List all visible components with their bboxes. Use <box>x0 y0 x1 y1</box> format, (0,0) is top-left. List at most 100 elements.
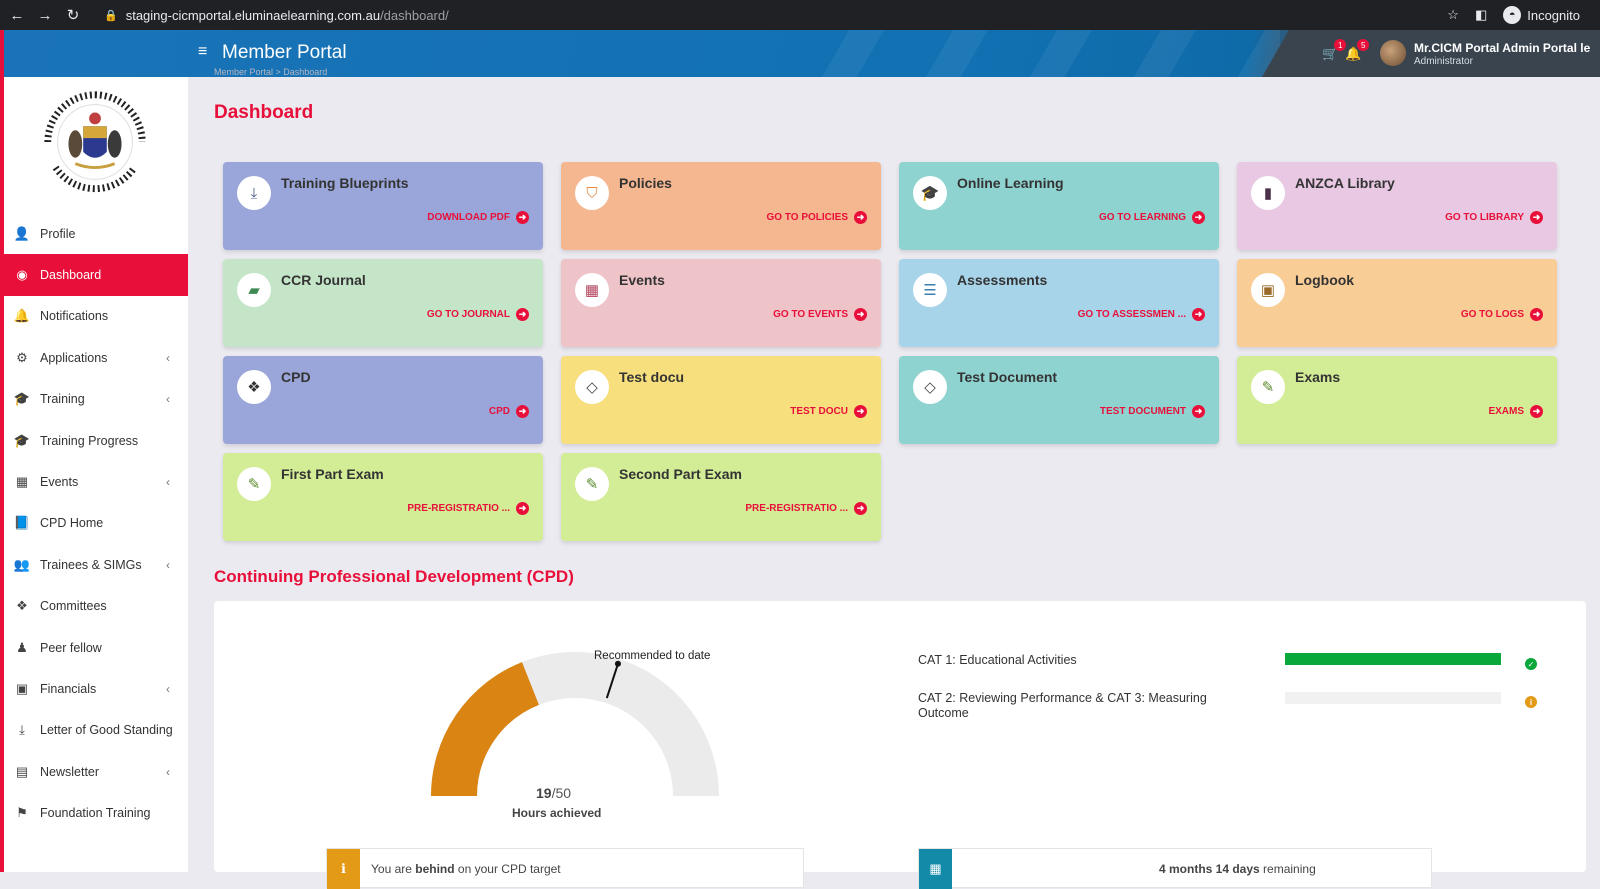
sidebar-item-training[interactable]: 🎓 Training ‹ <box>4 379 188 420</box>
sidebar-item-cpd-home[interactable]: 📘 CPD Home <box>4 503 188 544</box>
sidebar-item-financials[interactable]: ▣ Financials ‹ <box>4 668 188 709</box>
sidebar-item-peer-fellow[interactable]: ♟ Peer fellow <box>4 627 188 668</box>
card-link[interactable]: PRE-REGISTRATIO ... ➜ <box>745 502 867 515</box>
portal-title: Member Portal <box>222 42 347 63</box>
sidebar: 👤 Profile ◉ Dashboard 🔔 Notifications ⚙ Appl… <box>4 77 188 872</box>
sidebar-item-dashboard[interactable]: ◉ Dashboard <box>4 254 188 296</box>
arrow-circle-right-icon: ➜ <box>854 308 867 321</box>
back-arrow-icon[interactable]: ← <box>6 7 28 24</box>
edit-icon: ✎ <box>1251 370 1285 404</box>
incognito-indicator[interactable]: ◓ Incognito <box>1503 6 1580 24</box>
card-link[interactable]: CPD ➜ <box>489 405 529 418</box>
check-circle-icon: ✓ <box>1525 658 1537 670</box>
sidebar-item-label: Newsletter <box>40 764 100 779</box>
incognito-label: Incognito <box>1527 7 1580 23</box>
diamond-icon: ◇ <box>575 370 609 404</box>
card-title: CPD <box>281 369 311 385</box>
card-link[interactable]: TEST DOCUMENT ➜ <box>1100 405 1205 418</box>
side-panel-icon[interactable]: ◧ <box>1475 7 1487 23</box>
quick-link-card[interactable]: ⛉ Policies GO TO POLICIES ➜ <box>561 162 881 250</box>
sidebar-item-trainees[interactable]: 👥 Trainees & SIMGs ‹ <box>4 544 188 585</box>
quick-link-card[interactable]: ☰ Assessments GO TO ASSESSMEN ... ➜ <box>899 259 1219 347</box>
users-icon: 👥 <box>13 556 31 572</box>
card-title: Policies <box>619 175 672 191</box>
card-link[interactable]: GO TO LIBRARY ➜ <box>1445 211 1543 224</box>
card-title: Assessments <box>957 272 1048 288</box>
card-link[interactable]: PRE-REGISTRATIO ... ➜ <box>407 502 529 515</box>
journal-icon: ▰ <box>237 273 271 307</box>
sidebar-item-committees[interactable]: ❖ Committees <box>4 586 188 627</box>
edit-icon: ✎ <box>575 467 609 501</box>
card-link[interactable]: EXAMS ➜ <box>1488 405 1543 418</box>
avatar[interactable] <box>1380 40 1406 66</box>
quick-link-card[interactable]: 🎓 Online Learning GO TO LEARNING ➜ <box>899 162 1219 250</box>
user-name[interactable]: Mr.CICM Portal Admin Portal le <box>1414 41 1590 55</box>
arrow-circle-right-icon: ➜ <box>1530 211 1543 224</box>
reload-icon[interactable]: ↻ <box>62 6 84 24</box>
cubes-icon: ❖ <box>16 598 28 614</box>
graduation-cap-icon: 🎓 <box>913 176 947 210</box>
browser-toolbar: ← → ↻ 🔒 staging-cicmportal.eluminaelearn… <box>0 0 1600 30</box>
card-link[interactable]: GO TO ASSESSMEN ... ➜ <box>1078 308 1205 321</box>
cart-icon[interactable]: 🛒 1 <box>1322 39 1347 62</box>
newspaper-icon: ▤ <box>15 763 29 779</box>
bookmark-star-icon[interactable]: ☆ <box>1447 7 1459 23</box>
sidebar-item-training-progress[interactable]: 🎓 Training Progress <box>4 420 188 461</box>
graduation-cap-icon: 🎓 <box>13 391 31 407</box>
arrow-circle-right-icon: ➜ <box>1192 405 1205 418</box>
quick-link-card[interactable]: ▦ Events GO TO EVENTS ➜ <box>561 259 881 347</box>
hours-achieved-value: 19 <box>536 785 552 801</box>
download-icon: ⤓ <box>19 722 25 738</box>
notification-bell-icon[interactable]: 🔔 5 <box>1345 39 1370 62</box>
card-title: Second Part Exam <box>619 466 742 482</box>
quick-link-card[interactable]: ◇ Test Document TEST DOCUMENT ➜ <box>899 356 1219 444</box>
sidebar-item-letter-good-standing[interactable]: ⤓ Letter of Good Standing <box>4 710 188 751</box>
file-icon: ▮ <box>1251 176 1285 210</box>
quick-link-card[interactable]: ⤓ Training Blueprints DOWNLOAD PDF ➜ <box>223 162 543 250</box>
card-title: First Part Exam <box>281 466 384 482</box>
card-link[interactable]: TEST DOCU ➜ <box>790 405 867 418</box>
address-bar[interactable]: 🔒 staging-cicmportal.eluminaelearning.co… <box>104 8 449 23</box>
calendar-check-icon: ▦ <box>575 273 609 307</box>
shield-icon: ⛉ <box>575 176 609 210</box>
calendar-icon: ▦ <box>919 849 952 889</box>
sidebar-item-profile[interactable]: 👤 Profile <box>4 213 188 254</box>
quick-link-card[interactable]: ✎ First Part Exam PRE-REGISTRATIO ... ➜ <box>223 453 543 541</box>
flag-icon: ⚑ <box>16 805 28 821</box>
card-link[interactable]: GO TO LEARNING ➜ <box>1099 211 1205 224</box>
sidebar-item-label: Foundation Training <box>40 806 151 821</box>
chevron-left-icon: ‹ <box>166 681 170 696</box>
lock-icon: 🔒 <box>104 9 118 22</box>
sidebar-item-applications[interactable]: ⚙ Applications ‹ <box>4 337 188 378</box>
sidebar-item-label: Dashboard <box>40 268 102 283</box>
quick-link-card[interactable]: ▰ CCR Journal GO TO JOURNAL ➜ <box>223 259 543 347</box>
hamburger-menu-icon[interactable]: ≡ <box>198 43 207 61</box>
edit-icon: ✎ <box>237 467 271 501</box>
url-path: /dashboard/ <box>380 7 449 23</box>
arrow-circle-right-icon: ➜ <box>516 211 529 224</box>
info-warning-icon: i <box>1525 696 1537 708</box>
breadcrumb[interactable]: Member Portal > Dashboard <box>214 67 327 77</box>
sidebar-item-label: Events <box>40 475 79 490</box>
sidebar-nav: 👤 Profile ◉ Dashboard 🔔 Notifications ⚙ Appl… <box>4 213 188 834</box>
card-link[interactable]: DOWNLOAD PDF ➜ <box>427 211 529 224</box>
sidebar-item-events[interactable]: ▦ Events ‹ <box>4 461 188 502</box>
sidebar-item-notifications[interactable]: 🔔 Notifications <box>4 296 188 337</box>
card-link[interactable]: GO TO EVENTS ➜ <box>773 308 867 321</box>
sidebar-item-label: CPD Home <box>40 516 104 531</box>
quick-link-card[interactable]: ▮ ANZCA Library GO TO LIBRARY ➜ <box>1237 162 1557 250</box>
forward-arrow-icon[interactable]: → <box>34 7 56 24</box>
quick-link-card[interactable]: ▣ Logbook GO TO LOGS ➜ <box>1237 259 1557 347</box>
card-link[interactable]: GO TO LOGS ➜ <box>1461 308 1543 321</box>
chevron-left-icon: ‹ <box>166 475 170 490</box>
quick-link-card[interactable]: ❖ CPD CPD ➜ <box>223 356 543 444</box>
quick-link-card[interactable]: ◇ Test docu TEST DOCU ➜ <box>561 356 881 444</box>
card-link[interactable]: GO TO JOURNAL ➜ <box>427 308 529 321</box>
quick-link-card[interactable]: ✎ Second Part Exam PRE-REGISTRATIO ... ➜ <box>561 453 881 541</box>
card-link[interactable]: GO TO POLICIES ➜ <box>767 211 867 224</box>
college-crest-logo <box>39 86 151 198</box>
sidebar-item-foundation-training[interactable]: ⚑ Foundation Training <box>4 792 188 833</box>
sidebar-item-newsletter[interactable]: ▤ Newsletter ‹ <box>4 751 188 792</box>
quick-link-card[interactable]: ✎ Exams EXAMS ➜ <box>1237 356 1557 444</box>
arrow-circle-right-icon: ➜ <box>854 211 867 224</box>
